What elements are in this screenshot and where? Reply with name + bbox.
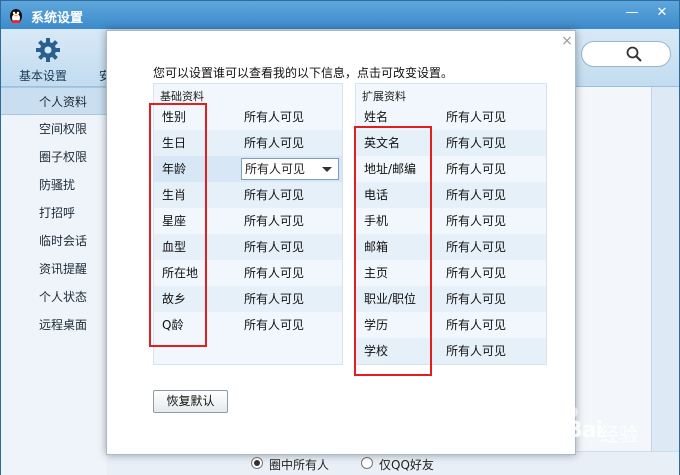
- sidebar-item-circle-permission[interactable]: 圈子权限: [1, 143, 107, 171]
- extended-info-heading: 扩展资料: [362, 90, 406, 103]
- visibility-value[interactable]: 所有人可见: [446, 286, 506, 312]
- restore-defaults-button[interactable]: 恢复默认: [153, 390, 228, 413]
- dropdown-selected-value: 所有人可见: [245, 162, 306, 176]
- visibility-dropdown[interactable]: 所有人可见: [241, 158, 339, 180]
- visibility-value[interactable]: 所有人可见: [446, 104, 506, 130]
- visibility-value[interactable]: 所有人可见: [244, 182, 304, 208]
- dialog-description: 您可以设置谁可以查看我的以下信息，点击可改变设置。: [153, 66, 454, 80]
- sidebar-item-personal-status[interactable]: 个人状态: [1, 283, 107, 311]
- chevron-down-icon[interactable]: [322, 167, 332, 172]
- sidebar-item-greeting[interactable]: 打招呼: [1, 199, 107, 227]
- visibility-value[interactable]: 所有人可见: [244, 234, 304, 260]
- radio-qq-friends[interactable]: [361, 457, 373, 469]
- sidebar: 个人资料 空间权限 圈子权限 防骚扰 打招呼 临时会话 资讯提醒 个人状态 远程…: [1, 87, 107, 475]
- visibility-value[interactable]: 所有人可见: [244, 130, 304, 156]
- sidebar-item-profile[interactable]: 个人资料: [1, 87, 107, 115]
- dialog-close-button[interactable]: ×: [559, 33, 575, 49]
- visibility-value[interactable]: 所有人可见: [244, 208, 304, 234]
- watermark-cn: 经验: [600, 424, 639, 446]
- visibility-value[interactable]: 所有人可见: [446, 182, 506, 208]
- radio-qq-friends-label: 仅QQ好友: [379, 458, 434, 472]
- sidebar-item-anti-harassment[interactable]: 防骚扰: [1, 171, 107, 199]
- annotation-highlight-extended-fields: [354, 126, 432, 376]
- search-icon[interactable]: [625, 45, 643, 63]
- title-bar[interactable]: 系统设置 — ✕: [1, 1, 679, 29]
- visibility-value[interactable]: 所有人可见: [244, 312, 304, 338]
- visibility-value[interactable]: 所有人可见: [446, 208, 506, 234]
- privacy-dialog: × 您可以设置谁可以查看我的以下信息，点击可改变设置。 基础资料 性别 所有人可…: [106, 30, 576, 455]
- watermark-brand: Bai: [566, 418, 603, 443]
- sidebar-item-space-permission[interactable]: 空间权限: [1, 115, 107, 143]
- visibility-value[interactable]: 所有人可见: [446, 156, 506, 182]
- visibility-value[interactable]: 所有人可见: [446, 260, 506, 286]
- visibility-value[interactable]: 所有人可见: [244, 104, 304, 130]
- visibility-value[interactable]: 所有人可见: [446, 312, 506, 338]
- radio-circle-all[interactable]: [251, 457, 263, 469]
- minimize-button[interactable]: —: [619, 3, 645, 23]
- visibility-value[interactable]: 所有人可见: [244, 260, 304, 286]
- qq-penguin-icon: [10, 9, 22, 23]
- gear-icon: [36, 38, 60, 62]
- visibility-value[interactable]: 所有人可见: [244, 286, 304, 312]
- visibility-value[interactable]: 所有人可见: [446, 234, 506, 260]
- sidebar-item-remote-desktop[interactable]: 远程桌面: [1, 311, 107, 339]
- basic-settings-tab[interactable]: 基本设置: [15, 37, 79, 85]
- sidebar-item-temp-chat[interactable]: 临时会话: [1, 227, 107, 255]
- visibility-value[interactable]: 所有人可见: [446, 338, 506, 364]
- visibility-value[interactable]: 所有人可见: [446, 130, 506, 156]
- basic-info-heading: 基础资料: [160, 90, 204, 103]
- sidebar-item-news-alerts[interactable]: 资讯提醒: [1, 255, 107, 283]
- radio-circle-all-label: 圈中所有人: [269, 458, 330, 472]
- basic-settings-label: 基本设置: [19, 69, 68, 83]
- close-window-button[interactable]: ✕: [649, 3, 675, 23]
- annotation-highlight-basic-fields: [149, 103, 207, 347]
- window-title: 系统设置: [31, 11, 84, 26]
